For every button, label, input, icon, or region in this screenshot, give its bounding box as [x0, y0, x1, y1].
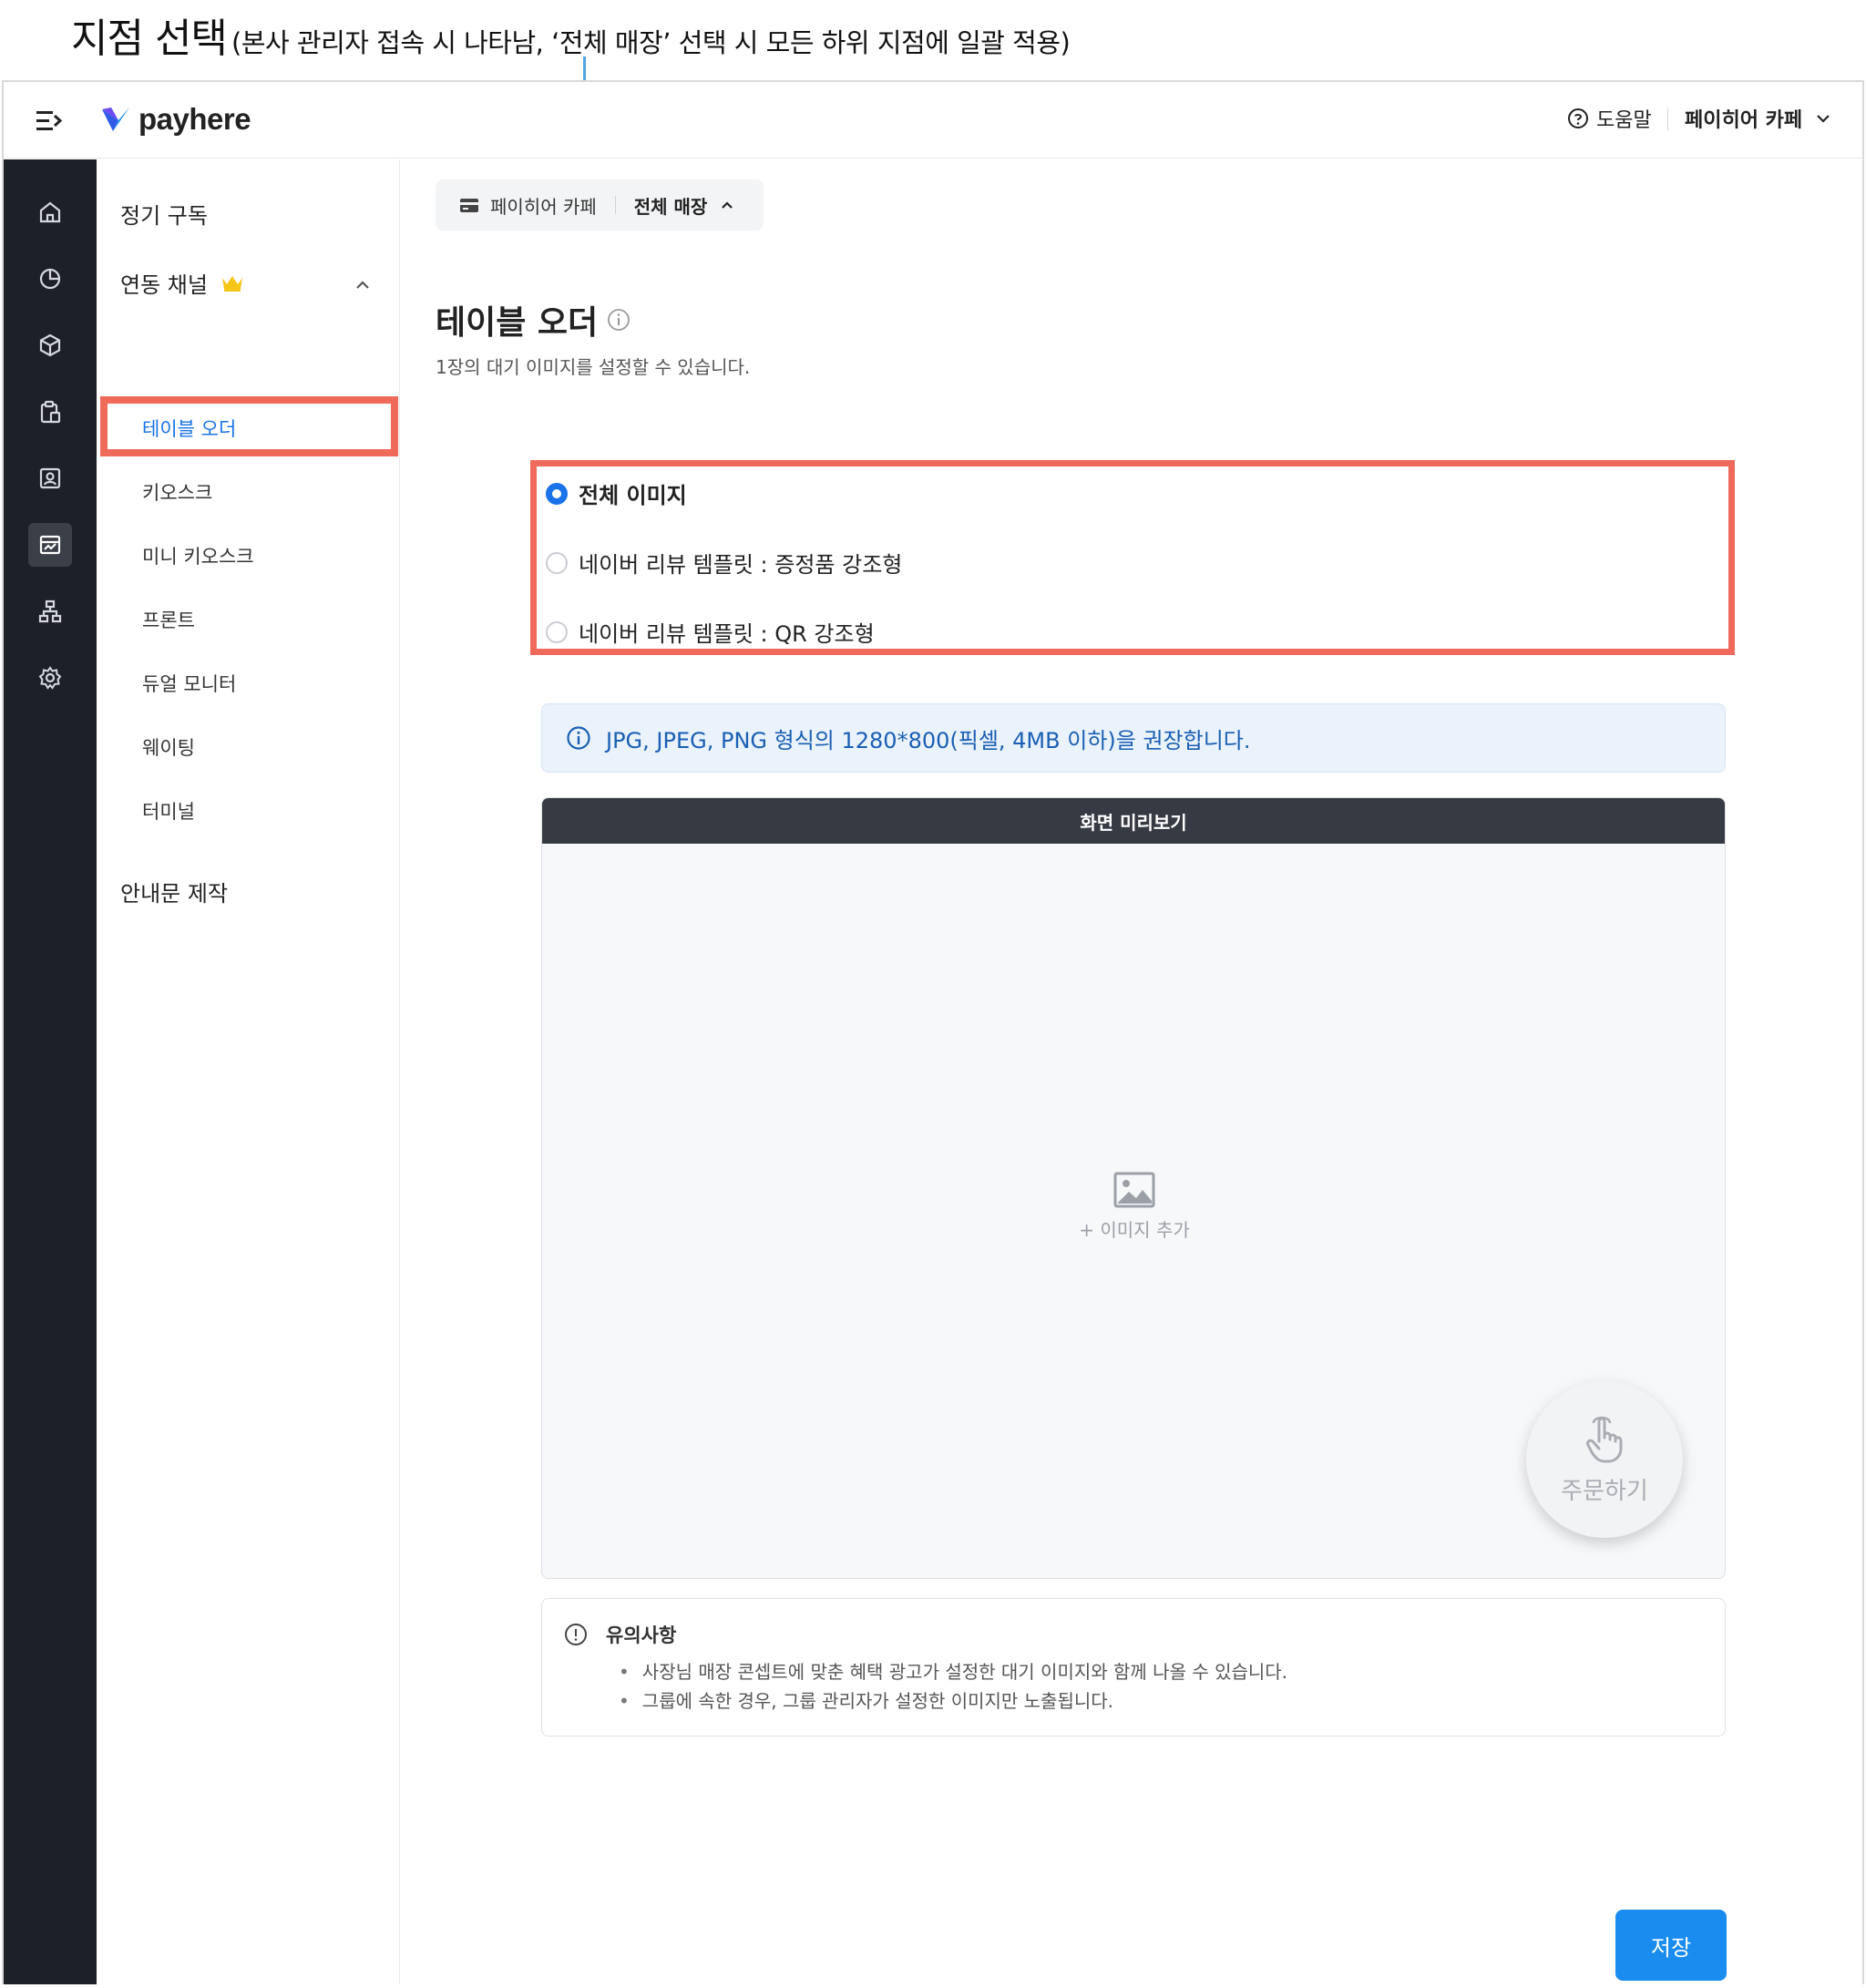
info-banner-text: JPG, JPEG, PNG 형식의 1280*800(픽셀, 4MB 이하)을… — [606, 727, 1251, 753]
menu-channels-label: 연동 채널 — [120, 272, 208, 298]
menu-channels[interactable]: 연동 채널 — [120, 267, 244, 299]
sidebar-item-kiosk[interactable]: 키오스크 — [142, 478, 212, 506]
annotation-title: 지점 선택 — [71, 15, 228, 62]
radio-option-naver-qr[interactable]: 네이버 리뷰 템플릿 : QR 강조형 — [546, 616, 875, 648]
submenu-panel: 정기 구독 연동 채널 테이블 오더 키오스크 미니 키오스크 프론트 듀얼 모… — [97, 159, 400, 1984]
order-button[interactable]: 주문하기 — [1526, 1381, 1683, 1538]
app-window: payhere 도움말 페이히어 카페 정기 구독 연동 채널 테이블 오더 키… — [2, 80, 1864, 1984]
chart-pie-icon[interactable] — [28, 257, 72, 301]
chevron-up-icon — [722, 201, 733, 209]
notice-title-text: 유의사항 — [606, 1624, 677, 1646]
header-divider — [1667, 108, 1668, 131]
menu-notice-maker[interactable]: 안내문 제작 — [120, 876, 228, 907]
logo-text: payhere — [138, 102, 251, 136]
notice-item: 그룹에 속한 경우, 그룹 관리자가 설정한 이미지만 노출됩니다. — [619, 1686, 1113, 1713]
notice-box: 유의사항 사장님 매장 콘셉트에 맞춘 혜택 광고가 설정한 대기 이미지와 함… — [541, 1598, 1726, 1737]
crown-icon — [221, 275, 242, 292]
chevron-down-icon — [1817, 115, 1830, 123]
store-filter-store: 페이히어 카페 — [490, 195, 597, 218]
store-icon — [460, 199, 478, 212]
menu-subscription[interactable]: 정기 구독 — [120, 198, 208, 230]
image-type-radio-group: 전체 이미지 네이버 리뷰 템플릿 : 증정품 강조형 네이버 리뷰 템플릿 :… — [530, 460, 1735, 655]
radio-button[interactable] — [546, 620, 568, 643]
storefront-icon[interactable] — [28, 523, 72, 567]
add-image-button[interactable]: + 이미지 추가 — [1079, 1172, 1190, 1242]
help-link[interactable]: 도움말 — [1567, 104, 1652, 133]
page-title-text: 테이블 오더 — [436, 304, 599, 342]
preview-header: 화면 미리보기 — [542, 798, 1725, 844]
gear-icon[interactable] — [28, 656, 72, 700]
clipboard-icon[interactable] — [28, 390, 72, 434]
annotation-caption: 지점 선택 (본사 관리자 접속 시 나타남, ‘전체 매장’ 선택 시 모든 … — [71, 5, 1071, 64]
question-circle-icon — [1568, 108, 1588, 128]
notice-title: 유의사항 — [564, 1621, 676, 1648]
payhere-logo-icon — [102, 108, 129, 131]
icon-rail — [4, 159, 97, 1984]
radio-option-all-images[interactable]: 전체 이미지 — [546, 477, 687, 509]
page-subtitle: 1장의 대기 이미지를 설정할 수 있습니다. — [436, 356, 751, 378]
store-name: 페이히어 카페 — [1685, 109, 1803, 132]
page-title: 테이블 오더 — [436, 296, 631, 343]
sidebar-item-front[interactable]: 프론트 — [142, 606, 195, 633]
payhere-logo[interactable]: payhere — [100, 102, 251, 137]
image-icon — [1113, 1172, 1155, 1208]
top-header: payhere 도움말 페이히어 카페 — [4, 82, 1862, 159]
radio-button-checked[interactable] — [546, 482, 568, 505]
home-icon[interactable] — [28, 190, 72, 234]
info-banner: JPG, JPEG, PNG 형식의 1280*800(픽셀, 4MB 이하)을… — [541, 703, 1726, 773]
order-button-label: 주문하기 — [1561, 1477, 1648, 1505]
add-image-label: + 이미지 추가 — [1079, 1219, 1190, 1241]
menu-toggle-icon[interactable] — [35, 108, 64, 135]
screen-preview: 화면 미리보기 + 이미지 추가 주문하기 — [541, 797, 1726, 1579]
info-circle-icon — [567, 726, 590, 750]
exclamation-circle-icon — [565, 1624, 587, 1645]
sidebar-item-waiting[interactable]: 웨이팅 — [142, 733, 195, 761]
chevron-up-icon[interactable] — [354, 276, 372, 294]
store-filter-scope: 전체 매장 — [633, 195, 708, 218]
box-icon[interactable] — [28, 323, 72, 367]
sidebar-item-dual-monitor[interactable]: 듀얼 모니터 — [142, 670, 236, 697]
sidebar-item-mini-kiosk[interactable]: 미니 키오스크 — [142, 542, 254, 569]
tap-hand-icon — [1586, 1416, 1623, 1462]
org-chart-icon[interactable] — [28, 589, 72, 633]
store-selector-dropdown[interactable]: 페이히어 카페 — [1685, 104, 1831, 133]
save-button[interactable]: 저장 — [1615, 1910, 1727, 1981]
radio-label: 네이버 리뷰 템플릿 : QR 강조형 — [579, 621, 875, 647]
radio-label: 전체 이미지 — [579, 483, 687, 508]
contact-icon[interactable] — [28, 456, 72, 500]
radio-option-naver-gift[interactable]: 네이버 리뷰 템플릿 : 증정품 강조형 — [546, 547, 902, 579]
annotation-description: (본사 관리자 접속 시 나타남, ‘전체 매장’ 선택 시 모든 하위 지점에… — [231, 27, 1071, 58]
info-icon[interactable] — [607, 308, 631, 332]
radio-label: 네이버 리뷰 템플릿 : 증정품 강조형 — [579, 552, 903, 578]
store-filter-dropdown[interactable]: 페이히어 카페 전체 매장 — [436, 179, 764, 231]
radio-button[interactable] — [546, 551, 568, 574]
sidebar-item-terminal[interactable]: 터미널 — [142, 797, 195, 825]
sidebar-item-table-order[interactable]: 테이블 오더 — [142, 415, 236, 442]
help-label: 도움말 — [1596, 109, 1652, 132]
store-filter-divider — [614, 196, 616, 214]
notice-item: 사장님 매장 콘셉트에 맞춘 혜택 광고가 설정한 대기 이미지와 함께 나올 … — [619, 1657, 1287, 1684]
main-content: 페이히어 카페 전체 매장 테이블 오더 1장의 대기 이미지를 설정할 수 있… — [401, 159, 1862, 1984]
